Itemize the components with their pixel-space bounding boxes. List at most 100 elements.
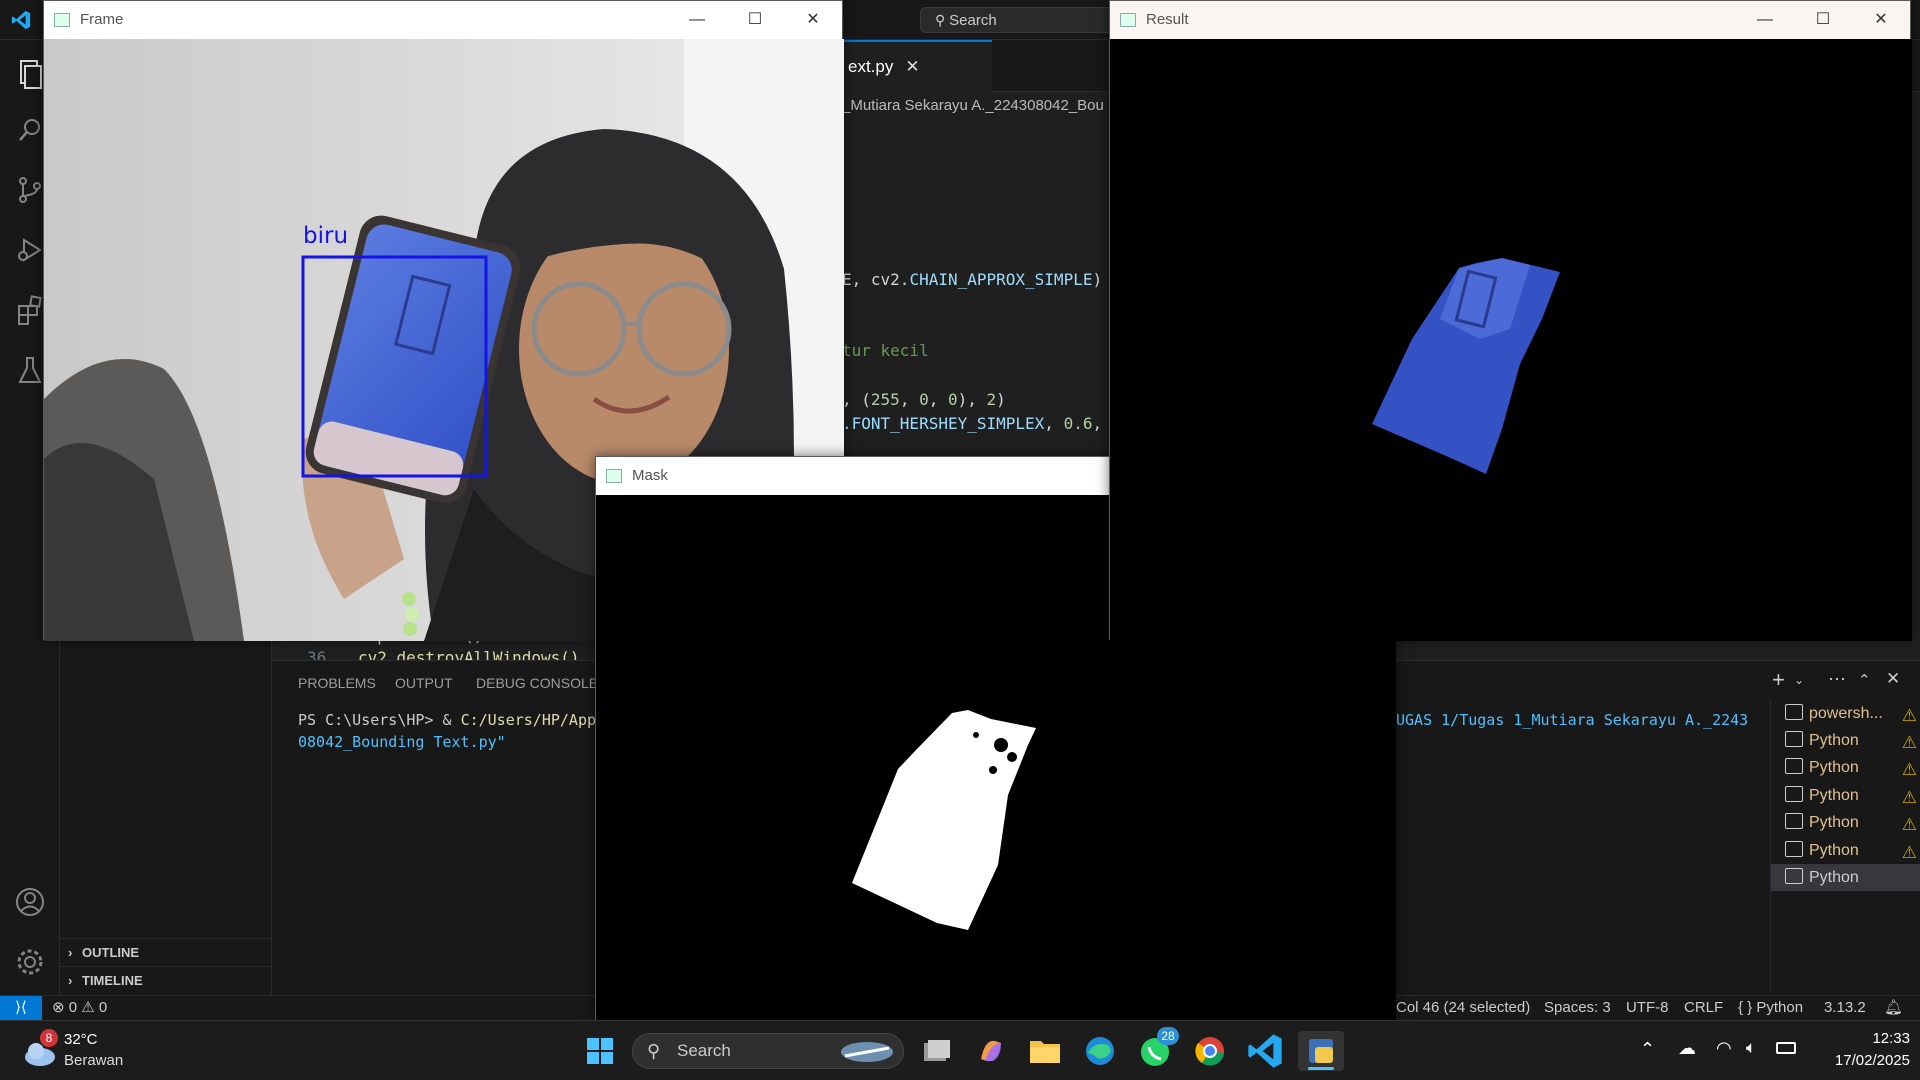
new-terminal-plus-icon[interactable]: + bbox=[1772, 667, 1785, 693]
code-token: ) bbox=[1092, 270, 1103, 289]
tab-debug-console[interactable]: DEBUG CONSOLE bbox=[476, 675, 598, 691]
code-token: 0.6 bbox=[1063, 414, 1093, 433]
onedrive-cloud-icon[interactable]: ☁︎ bbox=[1678, 1038, 1696, 1059]
code-line: , (255, 0, 0), 2) bbox=[842, 390, 1006, 409]
outline-label: OUTLINE bbox=[82, 945, 140, 960]
indentation[interactable]: Spaces: 3 bbox=[1544, 996, 1611, 1020]
search-icon: ⚲ bbox=[647, 1041, 661, 1061]
result-title-bar[interactable]: Result — ☐ ✕ bbox=[1110, 1, 1910, 39]
line-ending[interactable]: CRLF bbox=[1684, 996, 1723, 1020]
wifi-icon[interactable]: ◠ bbox=[1716, 1038, 1732, 1059]
minimize-icon[interactable]: — bbox=[668, 1, 726, 39]
timeline-section[interactable]: › TIMELINE bbox=[60, 966, 272, 994]
volume-icon[interactable]: 🔈︎ bbox=[1746, 1038, 1756, 1058]
error-count: 0 bbox=[68, 999, 78, 1016]
clock-time[interactable]: 12:33 bbox=[1838, 1030, 1910, 1047]
whatsapp-icon[interactable]: 28 bbox=[1135, 1027, 1179, 1071]
code-token: 255 bbox=[870, 390, 900, 409]
notifications-bell-icon[interactable]: 🔔︎ bbox=[1884, 996, 1903, 1020]
code-token: ), bbox=[957, 390, 987, 409]
warning-count: 0 bbox=[98, 999, 108, 1016]
terminal-line: UGAS 1/Tugas 1_Mutiara Sekarayu A._2243 bbox=[1396, 711, 1749, 729]
problems-status[interactable]: ⊗ 0 ⚠ 0 bbox=[52, 996, 107, 1020]
terminal-item-label: Python bbox=[1809, 842, 1859, 859]
weather-widget[interactable]: 8 bbox=[22, 1029, 58, 1074]
result-window[interactable]: Result — ☐ ✕ bbox=[1109, 0, 1912, 641]
language-mode[interactable]: { } Python bbox=[1738, 996, 1803, 1020]
code-comment: tur kecil bbox=[842, 341, 929, 360]
maximize-panel-icon[interactable]: ⌃ bbox=[1858, 671, 1871, 689]
python-taskbar-icon[interactable] bbox=[1298, 1031, 1344, 1071]
taskbar: 8 32°C Berawan ⚲ Search 28 ⌃ ☁︎ ◠ 🔈︎ 12:… bbox=[0, 1020, 1920, 1080]
task-view-icon[interactable] bbox=[916, 1031, 956, 1071]
close-panel-icon[interactable]: ✕ bbox=[1886, 669, 1900, 689]
result-image bbox=[1110, 39, 1912, 641]
vscode-taskbar-icon[interactable] bbox=[1245, 1031, 1285, 1071]
search-icon: ⚲ bbox=[935, 12, 950, 28]
result-title: Result bbox=[1146, 11, 1189, 28]
clock-date[interactable]: 17/02/2025 bbox=[1818, 1052, 1910, 1069]
taskbar-search[interactable]: ⚲ Search bbox=[632, 1033, 904, 1069]
file-explorer-icon[interactable] bbox=[1025, 1031, 1065, 1071]
weather-condition: Berawan bbox=[64, 1052, 124, 1069]
maximize-icon[interactable]: ☐ bbox=[726, 1, 784, 39]
minimize-icon[interactable]: — bbox=[1736, 1, 1794, 39]
code-token: E, cv2. bbox=[842, 270, 910, 289]
chevron-right-icon: › bbox=[68, 973, 73, 988]
frame-title: Frame bbox=[80, 11, 124, 28]
terminal-icon bbox=[1785, 841, 1803, 857]
more-actions-icon[interactable]: ⋯ bbox=[1828, 669, 1846, 690]
remote-icon: ⟩⟨ bbox=[15, 999, 27, 1016]
warning-icon: ⚠ bbox=[1901, 843, 1917, 862]
close-icon[interactable]: ✕ bbox=[784, 1, 842, 39]
code-token: , bbox=[928, 390, 948, 409]
terminal-item[interactable]: powersh... ⚠ bbox=[1771, 700, 1920, 727]
warning-icon: ⚠ bbox=[1901, 788, 1917, 807]
encoding[interactable]: UTF-8 bbox=[1626, 996, 1669, 1020]
close-icon[interactable]: ✕ bbox=[905, 42, 919, 92]
window-app-icon bbox=[1120, 13, 1136, 27]
terminal-line: 08042_Bounding Text.py" bbox=[298, 733, 506, 751]
terminal-list: powersh... ⚠ Python ⚠ Python ⚠ Python ⚠ Pyth… bbox=[1770, 700, 1920, 990]
warning-icon: ⚠ bbox=[1901, 733, 1917, 752]
cursor-position[interactable]: Col 46 (24 selected) bbox=[1396, 996, 1530, 1020]
chevron-right-icon: › bbox=[68, 945, 73, 960]
terminal-item[interactable]: Python ⚠ bbox=[1771, 727, 1920, 754]
chrome-browser-icon[interactable] bbox=[1190, 1031, 1230, 1071]
braces-icon: { } bbox=[1738, 999, 1753, 1016]
tab-problems[interactable]: PROBLEMS bbox=[298, 675, 376, 691]
terminal-item[interactable]: Python ⚠ bbox=[1771, 809, 1920, 836]
code-token: , ( bbox=[842, 390, 871, 409]
edge-browser-icon[interactable] bbox=[1080, 1031, 1120, 1071]
language-label: Python bbox=[1756, 999, 1804, 1016]
terminal-item-label: Python bbox=[1809, 787, 1859, 804]
chevron-down-icon[interactable]: ⌄ bbox=[1794, 673, 1804, 687]
temperature: 32°C bbox=[64, 1031, 98, 1048]
python-version[interactable]: 3.13.2 bbox=[1824, 996, 1866, 1020]
start-windows-icon[interactable] bbox=[580, 1031, 620, 1071]
terminal-item[interactable]: Python ⚠ bbox=[1771, 837, 1920, 864]
terminal-item-label: Python bbox=[1809, 814, 1859, 831]
terminal-icon bbox=[1785, 786, 1803, 802]
tab-active-file[interactable]: ext.py ✕ bbox=[832, 40, 992, 92]
copilot-icon[interactable] bbox=[971, 1031, 1011, 1071]
outline-section[interactable]: › OUTLINE bbox=[60, 938, 272, 966]
terminal-prompt: PS C:\Users\HP> & bbox=[298, 711, 461, 729]
maximize-icon[interactable]: ☐ bbox=[1794, 1, 1852, 39]
code-token: 0 bbox=[919, 390, 929, 409]
terminal-icon bbox=[1785, 868, 1803, 884]
terminal-item[interactable]: Python ⚠ bbox=[1771, 754, 1920, 781]
tab-output[interactable]: OUTPUT bbox=[395, 675, 453, 691]
settings-gear-icon[interactable] bbox=[12, 944, 48, 980]
code-token: .FONT_HERSHEY_SIMPLEX bbox=[842, 414, 1045, 433]
remote-indicator[interactable]: ⟩⟨ bbox=[0, 996, 42, 1021]
accounts-icon[interactable] bbox=[12, 884, 48, 920]
battery-icon[interactable] bbox=[1776, 1041, 1796, 1058]
search-highlight-icon bbox=[841, 1042, 893, 1062]
terminal-item-active[interactable]: Python bbox=[1771, 864, 1920, 891]
frame-title-bar[interactable]: Frame — ☐ ✕ bbox=[44, 1, 842, 39]
close-icon[interactable]: ✕ bbox=[1852, 1, 1910, 39]
terminal-item[interactable]: Python ⚠ bbox=[1771, 782, 1920, 809]
show-hidden-icons-chevron-icon[interactable]: ⌃ bbox=[1640, 1039, 1655, 1060]
code-token: 0 bbox=[947, 390, 958, 409]
